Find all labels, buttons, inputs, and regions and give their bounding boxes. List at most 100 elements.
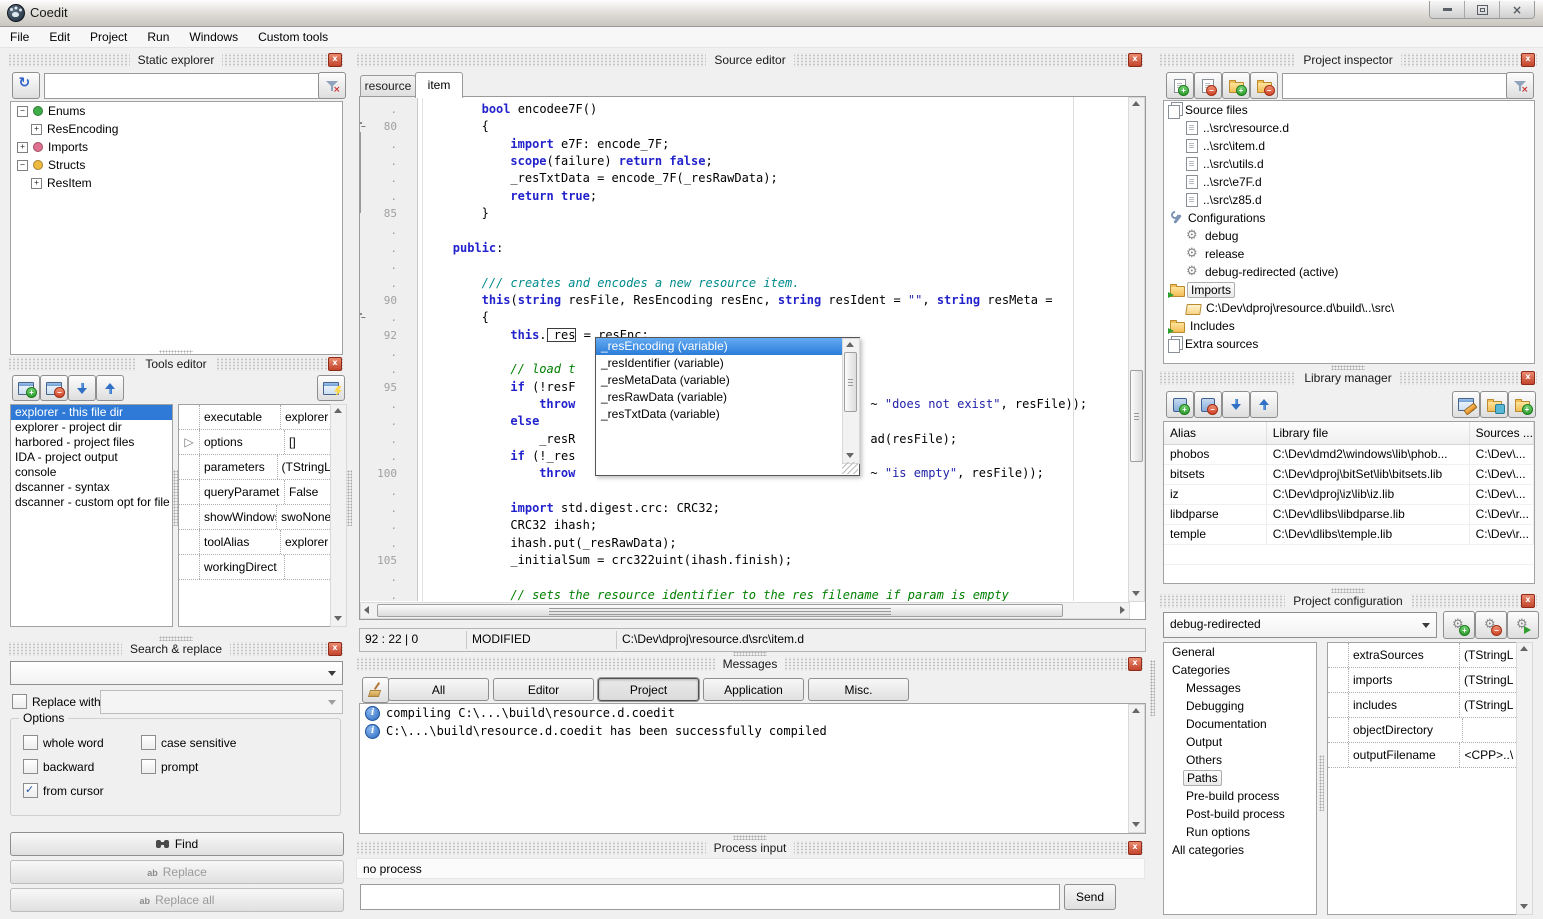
completion-item[interactable]: _resRawData (variable) — [596, 389, 842, 406]
scroll-left-icon[interactable] — [364, 606, 369, 614]
clear-messages-button[interactable] — [362, 677, 389, 703]
search-term-combo[interactable] — [10, 661, 343, 685]
library-table[interactable]: AliasLibrary fileSources ...phobosC:\Dev… — [1163, 421, 1535, 584]
project-tree-item[interactable]: Includes — [1164, 317, 1534, 335]
horizontal-scrollbar[interactable] — [360, 602, 1130, 619]
tree-item-resitem[interactable]: +ResItem — [11, 174, 342, 192]
property-row[interactable]: ▷options[] — [179, 430, 330, 455]
close-library-manager-button[interactable]: x — [1521, 371, 1535, 385]
scrollbar-thumb[interactable] — [1130, 370, 1143, 462]
messages-list[interactable]: compiling C:\...\build\resource.d.coedit… — [359, 703, 1146, 834]
scrollbar-thumb[interactable] — [844, 352, 857, 412]
add-library-folder-button[interactable]: + — [1508, 391, 1536, 418]
tool-list-item[interactable]: dscanner - custom opt for file — [11, 495, 172, 510]
replace-button[interactable]: Replace — [10, 860, 344, 884]
messages-filter-project[interactable]: Project — [598, 678, 699, 701]
tree-item-resencoding[interactable]: +ResEncoding — [11, 120, 342, 138]
vertical-scrollbar[interactable] — [1128, 704, 1145, 833]
refresh-button[interactable] — [12, 72, 40, 99]
project-tree-item[interactable]: ..\src\z85.d — [1164, 191, 1534, 209]
splitter-grip[interactable] — [1331, 588, 1365, 593]
vertical-scrollbar[interactable] — [1516, 642, 1533, 915]
category-item-others[interactable]: Others — [1164, 751, 1316, 769]
configuration-selector[interactable]: debug-redirected — [1163, 612, 1437, 638]
menu-item-custom-tools[interactable]: Custom tools — [248, 27, 338, 47]
move-tool-up-button[interactable] — [96, 375, 124, 401]
project-tree-item[interactable]: Imports — [1164, 281, 1534, 299]
splitter-grip[interactable] — [1331, 365, 1365, 370]
expander-icon[interactable]: − — [17, 106, 28, 117]
run-tool-button[interactable] — [317, 375, 345, 401]
close-search-replace-button[interactable]: x — [328, 642, 342, 656]
minimize-button[interactable] — [1430, 1, 1464, 18]
messages-filter-editor[interactable]: Editor — [493, 678, 594, 701]
remove-library-button[interactable]: − — [1194, 391, 1222, 418]
category-item-documentation[interactable]: Documentation — [1164, 715, 1316, 733]
scroll-up-icon[interactable] — [1132, 101, 1140, 106]
column-header-library[interactable]: Library file — [1267, 422, 1470, 444]
clone-configuration-button[interactable] — [1507, 611, 1539, 639]
symbol-filter-input[interactable] — [44, 73, 320, 99]
edit-library-button[interactable] — [1452, 391, 1480, 418]
messages-filter-all[interactable]: All — [388, 678, 489, 701]
column-header-sources[interactable]: Sources ... — [1470, 422, 1534, 444]
scroll-down-icon[interactable] — [1520, 904, 1528, 909]
splitter-grip[interactable] — [1319, 755, 1324, 811]
tool-list-item[interactable]: dscanner - syntax — [11, 480, 172, 495]
tree-item-structs[interactable]: −Structs — [11, 156, 342, 174]
tab-item[interactable]: item — [415, 72, 463, 98]
whole-word-checkbox[interactable] — [23, 735, 38, 750]
close-project-inspector-button[interactable]: x — [1521, 53, 1535, 67]
menu-item-project[interactable]: Project — [80, 27, 137, 47]
property-row[interactable]: parameters(TStringL — [179, 455, 330, 480]
column-header-alias[interactable]: Alias — [1164, 422, 1267, 444]
splitter-grip[interactable] — [1150, 660, 1155, 716]
replace-all-button[interactable]: Replace all — [10, 888, 344, 912]
message-item[interactable]: compiling C:\...\build\resource.d.coedit — [360, 704, 1145, 722]
property-row[interactable]: objectDirectory — [1328, 718, 1516, 743]
property-row[interactable]: outputFilename<CPP>..\ — [1328, 743, 1516, 768]
library-row[interactable]: bitsetsC:\Dev\dproj\bitSet\lib\bitsets.l… — [1164, 465, 1534, 485]
case-sensitive-checkbox[interactable] — [141, 735, 156, 750]
splitter-grip[interactable] — [159, 350, 193, 355]
add-configuration-button[interactable]: + — [1443, 611, 1475, 639]
scroll-down-icon[interactable] — [1132, 591, 1140, 596]
library-row[interactable]: phobosC:\Dev\dmd2\windows\lib\phob...C:\… — [1164, 445, 1534, 465]
property-row[interactable]: extraSources(TStringL — [1328, 643, 1516, 668]
project-tree-item[interactable]: C:\Dev\dproj\resource.d\build\..\src\ — [1164, 299, 1534, 317]
property-row[interactable]: toolAliasexplorer — [179, 530, 330, 555]
menu-item-file[interactable]: File — [0, 27, 39, 47]
completion-popup[interactable]: _resEncoding (variable)_resIdentifier (v… — [595, 337, 860, 476]
close-project-configuration-button[interactable]: x — [1521, 594, 1535, 608]
scroll-down-icon[interactable] — [1132, 822, 1140, 827]
scrollbar-thumb[interactable] — [377, 604, 1063, 617]
clear-project-filter-button[interactable] — [1506, 72, 1534, 99]
completion-item[interactable]: _resEncoding (variable) — [596, 338, 842, 355]
property-row[interactable]: executableexplorer — [179, 405, 330, 430]
category-item-paths[interactable]: Paths — [1164, 769, 1316, 787]
vertical-scrollbar[interactable] — [330, 404, 347, 627]
completion-item[interactable]: _resIdentifier (variable) — [596, 355, 842, 372]
category-item-output[interactable]: Output — [1164, 733, 1316, 751]
splitter-grip[interactable] — [159, 636, 193, 641]
remove-source-folder-button[interactable]: − — [1250, 72, 1278, 99]
fold-collapse-icon[interactable]: − — [360, 313, 362, 315]
add-source-folder-button[interactable]: + — [1222, 72, 1250, 99]
configuration-categories-tree[interactable]: GeneralCategoriesMessagesDebuggingDocume… — [1163, 642, 1317, 915]
category-item-debugging[interactable]: Debugging — [1164, 697, 1316, 715]
scroll-up-icon[interactable] — [1132, 708, 1140, 713]
close-button[interactable]: × — [1499, 1, 1534, 18]
remove-source-file-button[interactable]: − — [1194, 72, 1222, 99]
category-item-messages[interactable]: Messages — [1164, 679, 1316, 697]
category-item-categories[interactable]: Categories — [1164, 661, 1316, 679]
message-item[interactable]: C:\...\build\resource.d.coedit has been … — [360, 722, 1145, 740]
library-row[interactable]: izC:\Dev\dproj\iz\lib\iz.libC:\Dev\... — [1164, 485, 1534, 505]
scroll-down-icon[interactable] — [334, 616, 342, 621]
remove-tool-button[interactable]: − — [40, 375, 68, 401]
expander-icon[interactable]: − — [17, 160, 28, 171]
splitter-grip[interactable] — [347, 470, 352, 526]
category-item-general[interactable]: General — [1164, 643, 1316, 661]
project-tree-item[interactable]: ..\src\resource.d — [1164, 119, 1534, 137]
project-tree-item[interactable]: Configurations — [1164, 209, 1534, 227]
category-item-run-options[interactable]: Run options — [1164, 823, 1316, 841]
